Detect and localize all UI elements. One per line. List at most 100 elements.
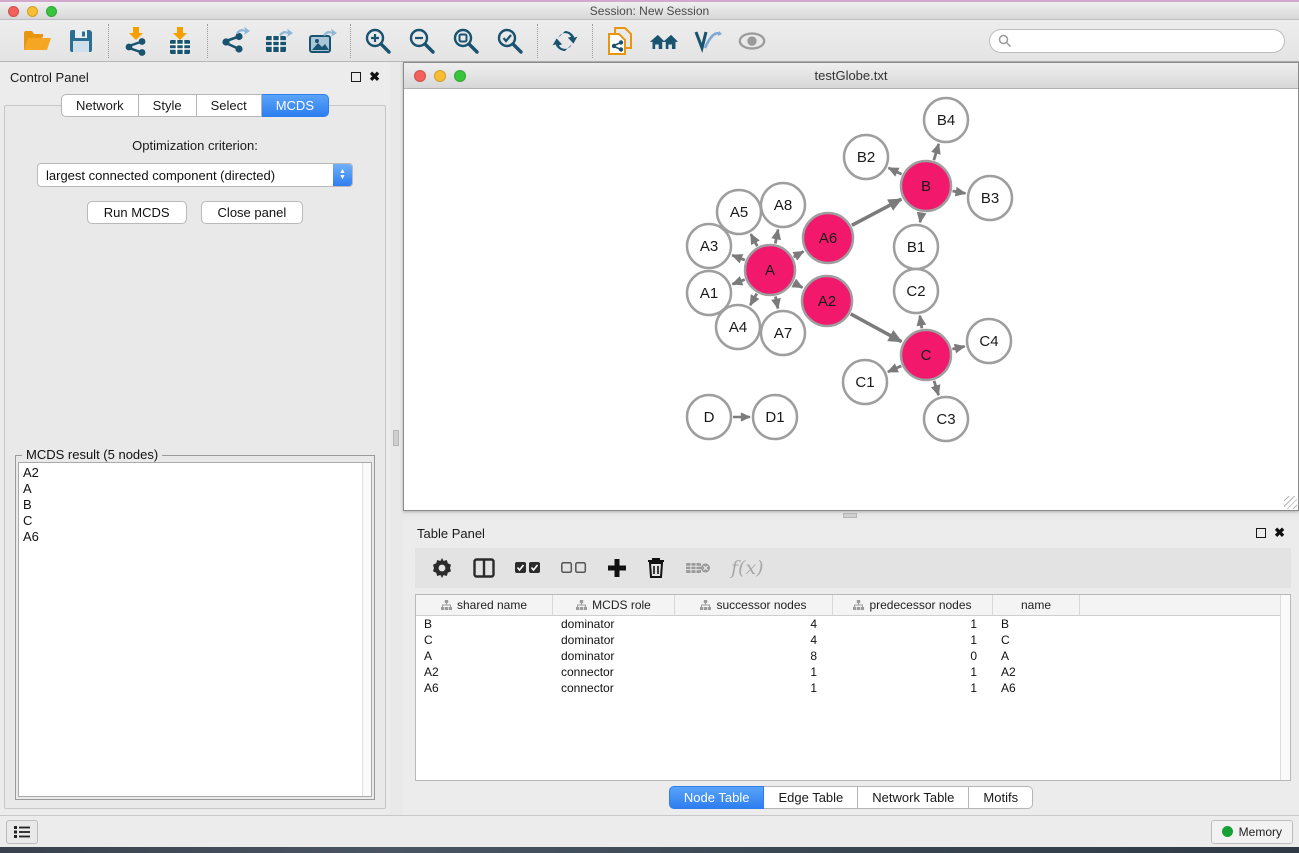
add-column-icon[interactable]: [607, 558, 627, 578]
graph-edge-C-C1[interactable]: [888, 366, 901, 372]
graph-edge-C-C3[interactable]: [934, 381, 938, 395]
minimize-window-icon[interactable]: [27, 6, 38, 17]
mcds-result-list[interactable]: A2 A B C A6: [19, 463, 362, 796]
import-network-icon[interactable]: [121, 26, 151, 56]
import-table-icon[interactable]: [165, 26, 195, 56]
graph-node-C4[interactable]: C4: [967, 319, 1011, 363]
list-item[interactable]: A6: [23, 529, 362, 545]
criterion-dropdown[interactable]: largest connected component (directed) ▲…: [37, 163, 353, 187]
graph-node-A3[interactable]: A3: [687, 224, 731, 268]
network-canvas[interactable]: B4B2BB3A8A5A6A3B1AA1C2A2A4A7C4CC1C3DD1: [404, 89, 1298, 510]
graph-edge-A-A4[interactable]: [750, 294, 757, 306]
list-item[interactable]: A: [23, 481, 362, 497]
mdi-scroll-knob[interactable]: [843, 513, 857, 518]
graph-node-B3[interactable]: B3: [968, 176, 1012, 220]
graph-edge-A6-B[interactable]: [852, 199, 901, 225]
run-mcds-button[interactable]: Run MCDS: [87, 201, 187, 224]
network-graph[interactable]: B4B2BB3A8A5A6A3B1AA1C2A2A4A7C4CC1C3DD1: [404, 89, 1296, 510]
delete-table-icon[interactable]: [685, 560, 711, 576]
column-header-mcds-role[interactable]: MCDS role: [553, 595, 675, 615]
graph-edge-B-B1[interactable]: [920, 213, 922, 223]
open-file-icon[interactable]: [22, 26, 52, 56]
column-header-predecessor-nodes[interactable]: predecessor nodes: [833, 595, 993, 615]
select-all-icon[interactable]: [515, 562, 541, 574]
tab-style[interactable]: Style: [139, 94, 197, 117]
deselect-all-icon[interactable]: [561, 562, 587, 574]
graph-edge-A-A8[interactable]: [775, 230, 778, 244]
graph-node-C3[interactable]: C3: [924, 397, 968, 441]
table-scrollbar[interactable]: [1280, 595, 1290, 780]
save-session-icon[interactable]: [66, 26, 96, 56]
graph-node-C1[interactable]: C1: [843, 360, 887, 404]
tab-motifs[interactable]: Motifs: [969, 786, 1033, 809]
column-header-successor-nodes[interactable]: successor nodes: [675, 595, 833, 615]
table-row[interactable]: A6 connector 1 1 A6: [416, 680, 1280, 696]
tab-mcds[interactable]: MCDS: [262, 94, 329, 117]
table-row[interactable]: C dominator 4 1 C: [416, 632, 1280, 648]
export-table-icon[interactable]: [264, 26, 294, 56]
graph-edge-B-B4[interactable]: [934, 144, 939, 160]
graph-edge-C-C4[interactable]: [952, 346, 964, 349]
graph-edge-A-A1[interactable]: [732, 280, 744, 285]
graph-node-D[interactable]: D: [687, 395, 731, 439]
minimize-network-icon[interactable]: [434, 70, 446, 82]
close-network-icon[interactable]: [414, 70, 426, 82]
memory-button[interactable]: Memory: [1211, 820, 1293, 844]
graph-node-A6[interactable]: A6: [803, 213, 853, 263]
inspector-eye-icon[interactable]: [737, 26, 767, 56]
column-header-name[interactable]: name: [993, 595, 1080, 615]
graph-node-B4[interactable]: B4: [924, 98, 968, 142]
tab-edge-table[interactable]: Edge Table: [764, 786, 858, 809]
graph-edge-B-B3[interactable]: [953, 191, 966, 193]
graph-edge-A-A6[interactable]: [794, 252, 804, 257]
home-icon[interactable]: [649, 26, 679, 56]
graph-edge-A-A7[interactable]: [775, 296, 777, 308]
graph-node-A[interactable]: A: [745, 245, 795, 295]
export-network-icon[interactable]: [220, 26, 250, 56]
table-row[interactable]: B dominator 4 1 B: [416, 616, 1280, 632]
graph-node-D1[interactable]: D1: [753, 395, 797, 439]
zoom-out-icon[interactable]: [407, 26, 437, 56]
graph-edge-A-A2[interactable]: [794, 283, 803, 288]
result-scrollbar[interactable]: [362, 463, 371, 796]
tab-node-table[interactable]: Node Table: [669, 786, 765, 809]
graph-node-B2[interactable]: B2: [844, 135, 888, 179]
tab-select[interactable]: Select: [197, 94, 262, 117]
graph-node-A7[interactable]: A7: [761, 311, 805, 355]
delete-column-icon[interactable]: [647, 557, 665, 579]
graph-edge-C-C2[interactable]: [920, 316, 922, 329]
table-row[interactable]: A dominator 8 0 A: [416, 648, 1280, 664]
zoom-fit-icon[interactable]: [451, 26, 481, 56]
settings-gear-icon[interactable]: [431, 557, 453, 579]
graph-node-C[interactable]: C: [901, 330, 951, 380]
close-table-panel-icon[interactable]: ✖: [1274, 528, 1285, 538]
graph-node-A4[interactable]: A4: [716, 305, 760, 349]
manual-icon[interactable]: [605, 26, 635, 56]
close-panel-icon[interactable]: ✖: [369, 72, 380, 82]
export-image-icon[interactable]: [308, 26, 338, 56]
column-header-shared-name[interactable]: shared name: [416, 595, 553, 615]
function-builder-icon[interactable]: f(x): [731, 557, 764, 579]
tab-network-table[interactable]: Network Table: [858, 786, 969, 809]
task-history-button[interactable]: [6, 820, 38, 844]
tab-network[interactable]: Network: [61, 94, 139, 117]
close-panel-button[interactable]: Close panel: [201, 201, 304, 224]
graph-edge-A2-C[interactable]: [851, 314, 902, 342]
maximize-network-icon[interactable]: [454, 70, 466, 82]
graph-edge-A-A5[interactable]: [751, 234, 757, 246]
graph-node-A8[interactable]: A8: [761, 183, 805, 227]
graph-edge-A-A3[interactable]: [732, 255, 745, 260]
graph-node-C2[interactable]: C2: [894, 269, 938, 313]
cite-icon[interactable]: [693, 26, 723, 56]
graph-node-A2[interactable]: A2: [802, 276, 852, 326]
graph-node-A5[interactable]: A5: [717, 190, 761, 234]
close-window-icon[interactable]: [8, 6, 19, 17]
list-item[interactable]: A2: [23, 465, 362, 481]
refresh-icon[interactable]: [550, 26, 580, 56]
table-row[interactable]: A2 connector 1 1 A2: [416, 664, 1280, 680]
network-window-title-bar[interactable]: testGlobe.txt: [404, 63, 1298, 89]
search-field[interactable]: [989, 29, 1285, 53]
zoom-selected-icon[interactable]: [495, 26, 525, 56]
graph-node-B1[interactable]: B1: [894, 225, 938, 269]
search-input[interactable]: [1016, 31, 1284, 51]
